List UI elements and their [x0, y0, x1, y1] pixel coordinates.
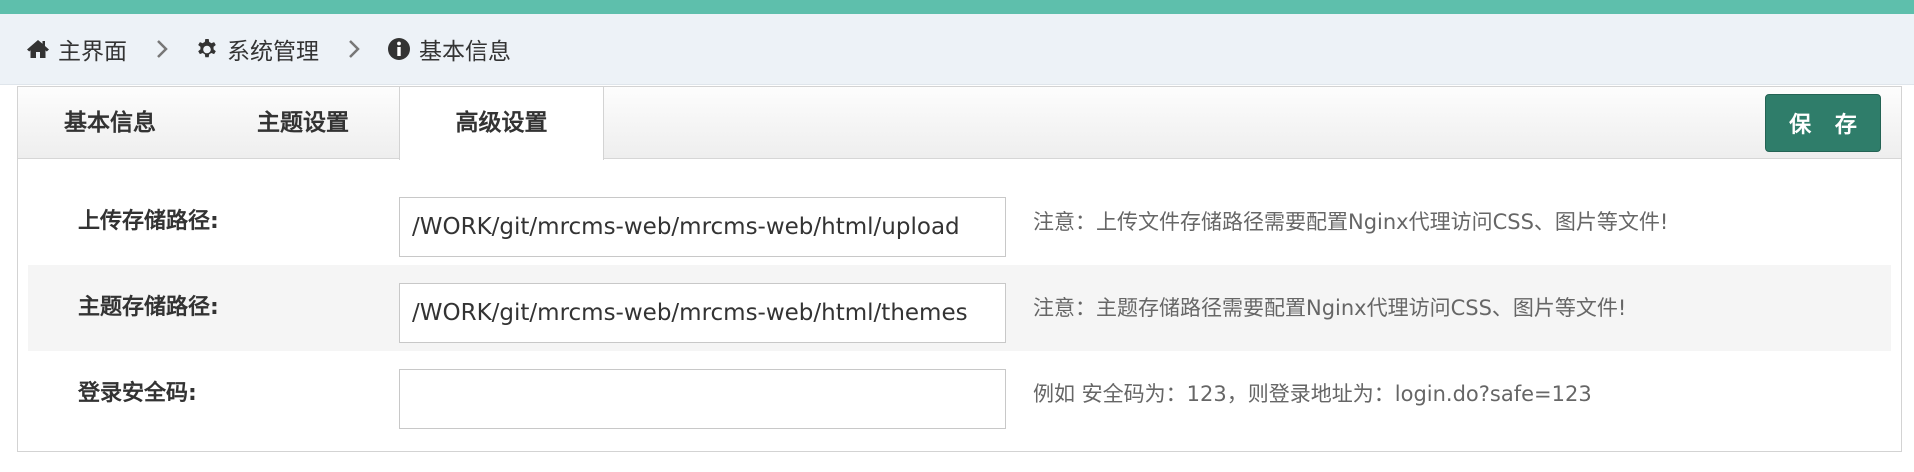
- breadcrumb-label: 系统管理: [227, 39, 319, 65]
- breadcrumb-label: 基本信息: [419, 39, 511, 65]
- settings-panel: 基本信息 主题设置 高级设置 保 存 上传存储路径: 注意：上传文件存储路径需要…: [17, 86, 1902, 452]
- info-circle-icon: [388, 38, 410, 60]
- breadcrumb-item-system[interactable]: 系统管理: [195, 32, 319, 66]
- form-row-theme-path: 主题存储路径: 注意：主题存储路径需要配置Nginx代理访问CSS、图片等文件!: [28, 265, 1891, 351]
- form-row-upload-path: 上传存储路径: 注意：上传文件存储路径需要配置Nginx代理访问CSS、图片等文…: [28, 179, 1891, 265]
- tab-bar: 基本信息 主题设置 高级设置 保 存: [18, 87, 1901, 160]
- home-icon: [27, 40, 49, 58]
- theme-path-label: 主题存储路径:: [78, 295, 219, 320]
- top-accent-bar: [0, 0, 1914, 14]
- tab-advanced-settings[interactable]: 高级设置: [399, 87, 604, 160]
- breadcrumb: 主界面 系统管理 基本信息: [0, 14, 1914, 85]
- upload-path-label: 上传存储路径:: [78, 209, 219, 234]
- gear-icon: [198, 39, 216, 58]
- breadcrumb-item-info[interactable]: 基本信息: [387, 32, 511, 66]
- tab-basic-info[interactable]: 基本信息: [18, 87, 202, 159]
- tab-theme-settings[interactable]: 主题设置: [208, 87, 398, 159]
- login-code-input[interactable]: [399, 369, 1006, 429]
- breadcrumb-item-home[interactable]: 主界面: [26, 32, 127, 66]
- theme-path-input[interactable]: [399, 283, 1006, 343]
- theme-path-note: 注意：主题存储路径需要配置Nginx代理访问CSS、图片等文件!: [1033, 296, 1627, 320]
- upload-path-input[interactable]: [399, 197, 1006, 257]
- save-button[interactable]: 保 存: [1765, 94, 1881, 152]
- upload-path-note: 注意：上传文件存储路径需要配置Nginx代理访问CSS、图片等文件!: [1033, 210, 1669, 234]
- login-code-label: 登录安全码:: [78, 381, 197, 406]
- breadcrumb-label: 主界面: [58, 39, 127, 65]
- login-code-note: 例如 安全码为：123，则登录地址为：login.do?safe=123: [1033, 382, 1592, 406]
- chevron-right-icon: [155, 39, 169, 59]
- chevron-right-icon: [347, 39, 361, 59]
- form-row-login-code: 登录安全码: 例如 安全码为：123，则登录地址为：login.do?safe=…: [28, 351, 1891, 437]
